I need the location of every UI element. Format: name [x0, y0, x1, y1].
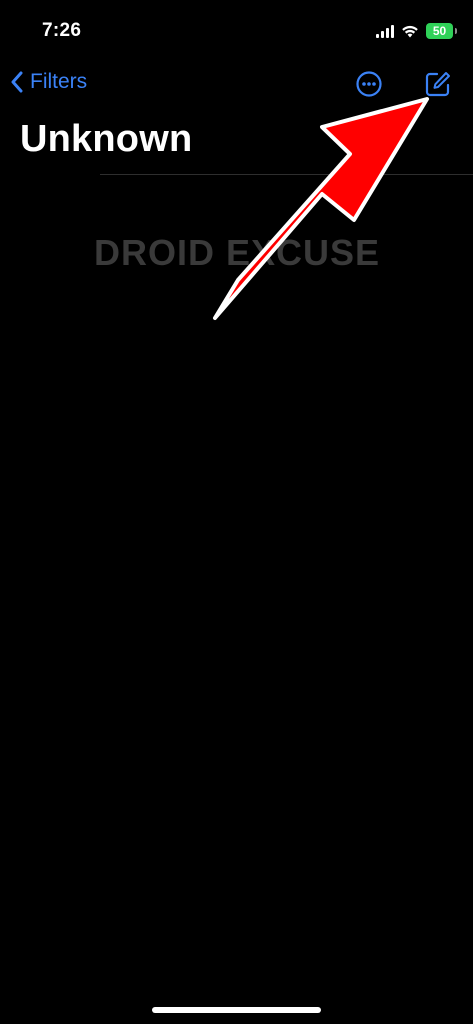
ellipsis-circle-icon [356, 71, 382, 97]
watermark-logo: DROID EXCUSE [94, 232, 381, 273]
back-label: Filters [30, 70, 88, 93]
battery-charging-icon: 50 [426, 23, 457, 39]
status-time: 7:26 [42, 20, 82, 41]
wifi-icon [402, 25, 418, 38]
signal-icon [376, 24, 394, 38]
compose-icon [425, 72, 450, 97]
separator [100, 174, 473, 175]
page-title: Unknown [20, 118, 193, 160]
battery-level: 50 [432, 24, 447, 38]
chevron-left-icon [11, 71, 23, 93]
home-indicator[interactable] [152, 1007, 321, 1013]
more-options-button[interactable] [355, 70, 383, 98]
compose-button[interactable] [424, 70, 452, 98]
back-button[interactable]: Filters [10, 70, 87, 94]
status-icons: 50 [376, 20, 457, 42]
